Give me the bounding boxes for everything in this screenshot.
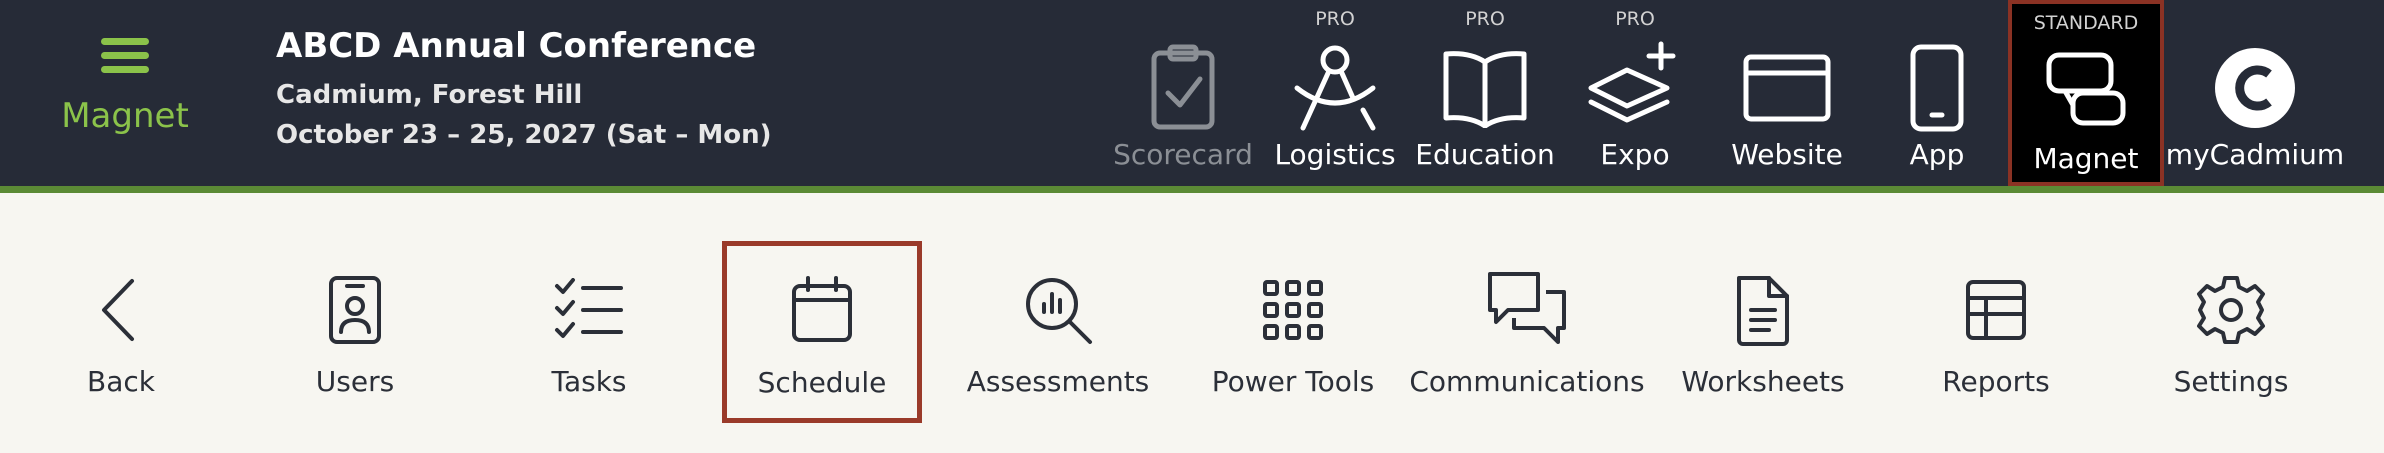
top-nav-label: Education: [1415, 138, 1555, 171]
event-dates: October 23 – 25, 2027 (Sat – Mon): [276, 120, 772, 150]
event-location: Cadmium, Forest Hill: [276, 80, 583, 110]
top-nav-label: Website: [1731, 138, 1843, 171]
top-nav-label: App: [1909, 138, 1965, 171]
grid-dots-icon: [1248, 265, 1338, 355]
compass-icon: [1285, 38, 1385, 138]
document-icon: [1718, 265, 1808, 355]
sub-nav-label: Settings: [2173, 365, 2289, 398]
brand-label: Magnet: [61, 96, 189, 136]
top-nav-website[interactable]: Website: [1722, 0, 1852, 186]
top-nav-label: Scorecard: [1113, 138, 1253, 171]
top-nav-expo[interactable]: PRO Expo: [1570, 0, 1700, 186]
checklist-icon: [544, 265, 634, 355]
top-nav-app[interactable]: App: [1872, 0, 2002, 186]
cadmium-logo-icon: [2205, 38, 2305, 138]
top-nav-mycadmium[interactable]: myCadmium: [2166, 0, 2344, 186]
pro-badge: PRO: [1465, 8, 1505, 30]
hamburger-menu-icon[interactable]: [99, 36, 151, 76]
pro-badge: PRO: [1615, 8, 1655, 30]
sub-nav-label: Users: [315, 365, 395, 398]
top-nav-education[interactable]: PRO Education: [1415, 0, 1554, 186]
sub-nav-label: Reports: [1942, 365, 2050, 398]
top-nav-logistics[interactable]: PRO Logistics: [1270, 0, 1400, 186]
layers-plus-icon: [1585, 38, 1685, 138]
sub-nav-label: Power Tools: [1211, 365, 1375, 398]
magnifier-chart-icon: [1013, 265, 1103, 355]
chat-bubbles-icon: [1482, 265, 1572, 355]
pro-badge: PRO: [1315, 8, 1355, 30]
magnet-app-icon: [2036, 42, 2136, 142]
mobile-phone-icon: [1887, 38, 1987, 138]
event-title: ABCD Annual Conference: [276, 26, 757, 66]
top-nav-label: Magnet: [2033, 142, 2139, 175]
browser-window-icon: [1737, 38, 1837, 138]
sub-nav-label: Tasks: [551, 365, 627, 398]
top-nav-label: Logistics: [1274, 138, 1396, 171]
gear-icon: [2186, 265, 2276, 355]
sub-nav-label: Communications: [1409, 365, 1645, 398]
sub-nav-back[interactable]: Back: [16, 193, 226, 453]
table-icon: [1951, 265, 2041, 355]
sub-nav-communications[interactable]: Communications: [1409, 193, 1645, 453]
sub-nav-users[interactable]: Users: [250, 193, 460, 453]
accent-divider: [0, 186, 2384, 193]
top-nav-label: Expo: [1600, 138, 1670, 171]
sub-nav-label: Back: [87, 365, 155, 398]
sub-nav-label: Schedule: [757, 366, 887, 399]
book-open-icon: [1435, 38, 1535, 138]
clipboard-check-icon: [1133, 38, 1233, 138]
standard-badge: STANDARD: [2033, 12, 2139, 34]
event-info: ABCD Annual Conference Cadmium, Forest H…: [276, 26, 772, 150]
sub-nav-tasks[interactable]: Tasks: [484, 193, 694, 453]
sub-nav-label: Assessments: [966, 365, 1150, 398]
top-nav-label: myCadmium: [2165, 138, 2345, 171]
sub-nav-schedule[interactable]: Schedule: [722, 241, 922, 423]
top-nav-scorecard[interactable]: Scorecard: [1113, 0, 1253, 186]
sub-nav-worksheets[interactable]: Worksheets: [1658, 193, 1868, 453]
id-badge-icon: [310, 265, 400, 355]
sub-nav-power-tools[interactable]: Power Tools: [1188, 193, 1398, 453]
calendar-icon: [777, 265, 867, 355]
sub-nav-label: Worksheets: [1681, 365, 1845, 398]
sub-nav-settings[interactable]: Settings: [2126, 193, 2336, 453]
top-nav-magnet[interactable]: STANDARD Magnet: [2008, 0, 2164, 186]
brand-menu[interactable]: Magnet: [60, 28, 190, 158]
sub-nav-reports[interactable]: Reports: [1891, 193, 2101, 453]
sub-nav-assessments[interactable]: Assessments: [953, 193, 1163, 453]
chevron-left-icon: [76, 265, 166, 355]
